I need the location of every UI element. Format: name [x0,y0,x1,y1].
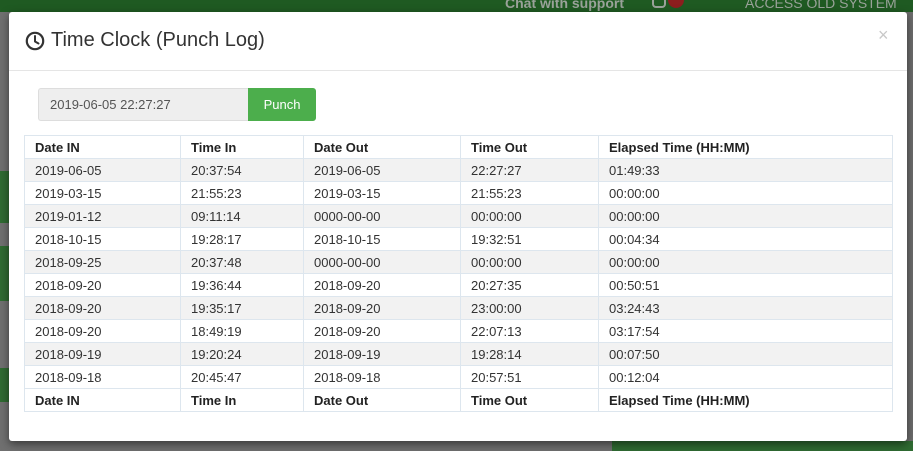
column-header: Time Out [460,135,599,159]
table-cell: 00:04:34 [598,227,893,251]
table-cell: 2018-09-20 [24,319,181,343]
table-cell: 00:07:50 [598,342,893,366]
table-cell: 2018-09-18 [24,365,181,389]
background-bottom-strip [612,441,913,451]
table-row: 2019-03-15 21:55:23 2019-03-15 21:55:23 00:0… [24,181,893,205]
background-bell-icon [652,0,666,8]
background-strip [0,246,9,301]
punch-button[interactable]: Punch [248,88,316,121]
background-strip [0,171,9,223]
table-cell: 00:12:04 [598,365,893,389]
punch-datetime-input[interactable] [38,88,248,121]
column-header: Date Out [303,135,461,159]
table-cell: 2019-01-12 [24,204,181,228]
table-cell: 19:35:17 [180,296,304,320]
table-cell: 18:49:19 [180,319,304,343]
table-cell: 21:55:23 [460,181,599,205]
table-cell: 01:49:33 [598,158,893,182]
table-cell: 2018-09-19 [24,342,181,366]
table-row: 2018-09-19 19:20:24 2018-09-19 19:28:14 00:0… [24,342,893,366]
table-cell: 2018-09-20 [24,296,181,320]
background-old-system-link: ACCESS OLD SYSTEM [745,0,897,11]
table-cell: 2018-09-20 [303,296,461,320]
table-cell: 03:17:54 [598,319,893,343]
table-cell: 20:27:35 [460,273,599,297]
table-row: 2018-09-20 18:49:19 2018-09-20 22:07:13 03:1… [24,319,893,343]
background-top-bar: Chat with support ACCESS OLD SYSTEM [0,0,913,12]
table-cell: 19:28:14 [460,342,599,366]
punch-log-modal: Time Clock (Punch Log) × Punch Date IN T… [9,12,907,441]
column-footer: Time In [180,388,304,412]
column-footer: Date Out [303,388,461,412]
background-strip [0,368,9,402]
modal-header: Time Clock (Punch Log) × [9,12,907,71]
close-icon[interactable]: × [878,26,889,44]
table-cell: 20:45:47 [180,365,304,389]
table-row: 2018-09-18 20:45:47 2018-09-18 20:57:51 00:1… [24,365,893,389]
table-row: 2018-09-20 19:35:17 2018-09-20 23:00:00 03:2… [24,296,893,320]
table-cell: 22:07:13 [460,319,599,343]
table-cell: 2018-09-19 [303,342,461,366]
column-footer: Elapsed Time (HH:MM) [598,388,893,412]
table-cell: 00:00:00 [598,250,893,274]
clock-icon [25,31,45,51]
column-footer: Date IN [24,388,181,412]
column-footer: Time Out [460,388,599,412]
table-cell: 2018-09-20 [24,273,181,297]
table-cell: 00:50:51 [598,273,893,297]
table-cell: 2019-06-05 [303,158,461,182]
table-row: 2018-09-20 19:36:44 2018-09-20 20:27:35 00:5… [24,273,893,297]
table-cell: 03:24:43 [598,296,893,320]
punch-log-table: Date IN Time In Date Out Time Out Elapse… [24,135,893,412]
table-row: 2019-01-12 09:11:14 0000-00-00 00:00:00 00:0… [24,204,893,228]
table-cell: 00:00:00 [460,204,599,228]
table-row: 2018-10-15 19:28:17 2018-10-15 19:32:51 00:0… [24,227,893,251]
table-cell: 2018-09-20 [303,319,461,343]
table-cell: 2018-10-15 [303,227,461,251]
column-header: Time In [180,135,304,159]
table-cell: 2018-10-15 [24,227,181,251]
background-notification-badge [668,0,684,8]
table-cell: 09:11:14 [180,204,304,228]
background-right-edge [907,12,913,451]
table-body: 2019-06-05 20:37:54 2019-06-05 22:27:27 01:4… [24,158,893,389]
table-cell: 2019-03-15 [24,181,181,205]
column-header: Date IN [24,135,181,159]
table-cell: 00:00:00 [598,204,893,228]
table-cell: 20:37:48 [180,250,304,274]
table-cell: 2019-06-05 [24,158,181,182]
table-cell: 2019-03-15 [303,181,461,205]
background-chat-link: Chat with support [505,0,624,11]
table-cell: 2018-09-18 [303,365,461,389]
table-row: 2018-09-25 20:37:48 0000-00-00 00:00:00 00:0… [24,250,893,274]
column-header: Elapsed Time (HH:MM) [598,135,893,159]
table-cell: 19:36:44 [180,273,304,297]
table-cell: 00:00:00 [460,250,599,274]
table-cell: 23:00:00 [460,296,599,320]
table-row: 2019-06-05 20:37:54 2019-06-05 22:27:27 01:4… [24,158,893,182]
table-cell: 19:32:51 [460,227,599,251]
table-cell: 2018-09-20 [303,273,461,297]
table-cell: 00:00:00 [598,181,893,205]
table-cell: 20:57:51 [460,365,599,389]
table-cell: 19:20:24 [180,342,304,366]
table-cell: 20:37:54 [180,158,304,182]
table-cell: 19:28:17 [180,227,304,251]
table-cell: 2018-09-25 [24,250,181,274]
table-cell: 21:55:23 [180,181,304,205]
table-cell: 0000-00-00 [303,204,461,228]
table-footer-row: Date IN Time In Date Out Time Out Elapse… [24,388,893,412]
modal-title: Time Clock (Punch Log) [51,29,265,51]
table-cell: 0000-00-00 [303,250,461,274]
table-header-row: Date IN Time In Date Out Time Out Elapse… [24,135,893,159]
table-cell: 22:27:27 [460,158,599,182]
